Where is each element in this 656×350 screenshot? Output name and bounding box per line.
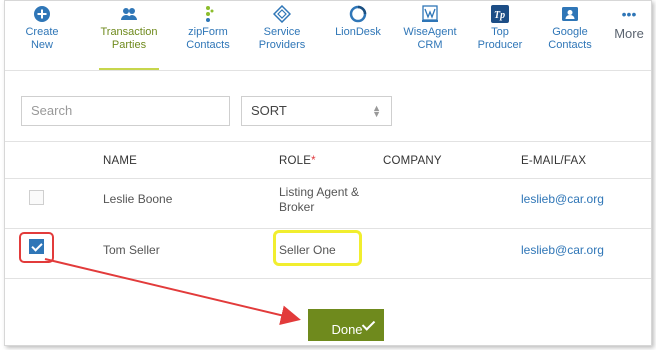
- transaction-parties-panel: Create New Transaction Parties zipForm C…: [4, 0, 652, 346]
- table-row[interactable]: Leslie Boone Listing Agent & Broker lesli…: [5, 179, 651, 229]
- row-checkbox[interactable]: [29, 190, 44, 205]
- column-company: COMPANY: [383, 155, 442, 167]
- party-email[interactable]: leslieb@car.org: [521, 243, 604, 258]
- party-email[interactable]: leslieb@car.org: [521, 192, 604, 207]
- party-name: Tom Seller: [103, 243, 160, 257]
- tab-zipform-contacts[interactable]: zipForm Contacts: [179, 5, 237, 52]
- done-button[interactable]: Done: [308, 309, 384, 341]
- tab-top-producer[interactable]: Tp Top Producer: [471, 5, 529, 52]
- column-name: NAME: [103, 155, 138, 167]
- tab-liondesk[interactable]: LionDesk: [329, 5, 387, 39]
- select-arrows-icon: ▲ ▼: [372, 103, 381, 119]
- diamond-icon: [273, 5, 291, 23]
- tab-transaction-parties[interactable]: Transaction Parties: [97, 5, 161, 70]
- liondesk-icon: [349, 5, 367, 23]
- wiseagent-icon: [422, 5, 438, 22]
- party-name: Leslie Boone: [103, 192, 173, 206]
- column-email: E-MAIL/FAX: [521, 155, 587, 167]
- contact-source-toolbar: Create New Transaction Parties zipForm C…: [5, 1, 651, 71]
- tab-wiseagent-crm[interactable]: WiseAgent CRM: [399, 5, 461, 52]
- ellipsis-icon: •••: [621, 6, 637, 22]
- more-button[interactable]: ••• More: [611, 6, 647, 40]
- checkbox-highlight: [19, 232, 54, 263]
- party-role: Listing Agent & Broker: [279, 185, 360, 214]
- plus-circle-icon: [34, 6, 50, 22]
- create-new-button[interactable]: Create New: [13, 5, 71, 52]
- contact-card-icon: [562, 7, 578, 21]
- search-input[interactable]: Search: [21, 96, 230, 126]
- sort-select[interactable]: SORT ▲ ▼: [241, 96, 392, 126]
- svg-text:Tp: Tp: [494, 10, 505, 21]
- people-icon: [121, 8, 137, 20]
- checkmark-icon: [361, 317, 376, 331]
- tab-service-providers[interactable]: Service Providers: [251, 5, 313, 52]
- tab-google-contacts[interactable]: Google Contacts: [539, 5, 601, 52]
- zipform-icon: [206, 6, 214, 22]
- column-role: ROLE*: [279, 155, 316, 167]
- active-tab-underline: [99, 68, 159, 70]
- table-header: NAME ROLE* COMPANY E-MAIL/FAX: [5, 141, 651, 179]
- role-highlight: [273, 230, 362, 266]
- tp-icon: Tp: [491, 5, 509, 23]
